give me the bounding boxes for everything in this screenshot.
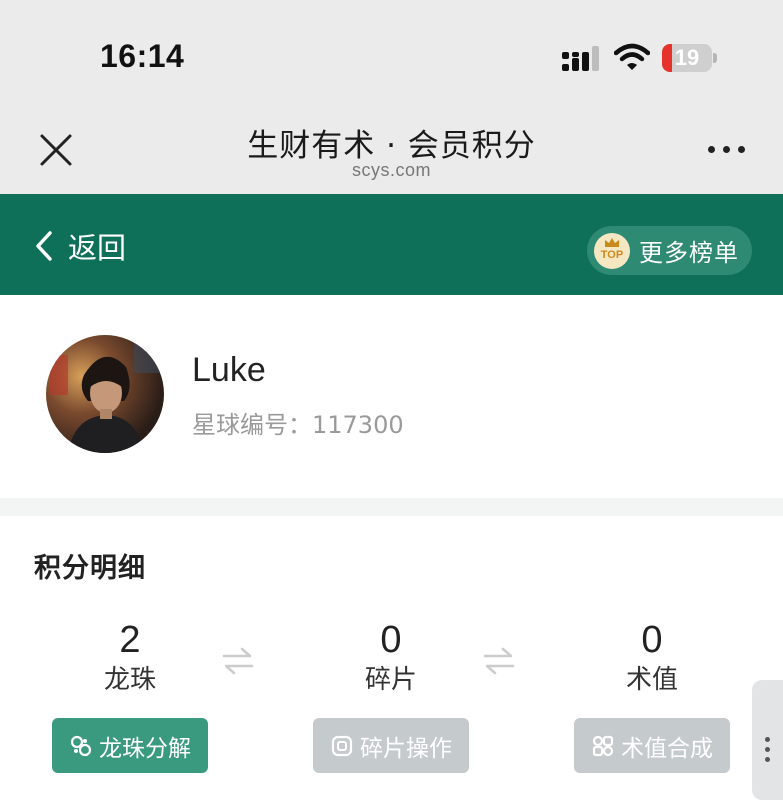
mini-program-title-bar: 生财有术 · 会员积分 scys.com <box>0 100 783 194</box>
back-button[interactable]: 返回 <box>34 226 126 266</box>
app-header: 返回 TOP 更多榜单 <box>0 194 783 295</box>
stat-label: 术值 <box>625 665 678 695</box>
exchange-arrows-icon <box>222 647 254 675</box>
action-label: 碎片操作 <box>360 735 452 762</box>
page-title: 生财有术 · 会员积分 <box>247 128 536 164</box>
fragment-operation-button[interactable]: 碎片操作 <box>313 718 469 773</box>
member-id: 星球编号：117300 <box>192 405 404 440</box>
action-label: 龙珠分解 <box>99 735 191 762</box>
wifi-icon <box>614 43 650 70</box>
points-card: 积分明细 2 龙珠 0 碎片 0 术值 龙珠分解 碎片操作 术值合成 <box>0 516 783 800</box>
stat-label: 碎片 <box>364 665 417 695</box>
stat-fragments: 0 碎片 <box>311 620 471 700</box>
more-rankings-label: 更多榜单 <box>639 239 739 267</box>
stat-dragon-pearl: 2 龙珠 <box>50 620 210 700</box>
more-options-icon[interactable] <box>706 144 748 156</box>
fragment-icon <box>331 735 353 756</box>
points-section-title: 积分明细 <box>34 553 146 584</box>
battery-icon: 19 <box>662 44 717 72</box>
stat-value: 2 <box>119 619 141 661</box>
top-crown-icon: TOP <box>594 232 630 269</box>
status-time: 16:14 <box>100 38 185 74</box>
action-label: 术值合成 <box>621 735 713 762</box>
floating-side-handle[interactable] <box>752 680 783 800</box>
stat-value: 0 <box>380 619 402 661</box>
stat-value: 0 <box>641 619 663 661</box>
split-icon <box>70 735 92 756</box>
cellular-signal-icon <box>562 46 599 71</box>
user-name: Luke <box>192 351 266 389</box>
member-id-value: 117300 <box>312 411 404 439</box>
decompose-pearl-button[interactable]: 龙珠分解 <box>52 718 208 773</box>
combine-skill-button[interactable]: 术值合成 <box>574 718 730 773</box>
exchange-arrows-icon <box>483 647 515 675</box>
stat-label: 龙珠 <box>103 665 156 695</box>
page-domain: scys.com <box>351 160 431 180</box>
avatar <box>46 335 164 453</box>
status-bar: 16:14 19 <box>0 0 783 100</box>
battery-level: 19 <box>674 45 700 70</box>
back-label: 返回 <box>68 231 127 265</box>
chevron-left-icon <box>36 231 52 261</box>
more-rankings-button[interactable]: TOP 更多榜单 <box>587 226 752 275</box>
combine-icon <box>592 735 614 756</box>
top-badge-text: TOP <box>600 248 624 261</box>
stat-skill-value: 0 术值 <box>572 620 732 700</box>
profile-card: Luke 星球编号：117300 <box>0 295 783 498</box>
member-id-label: 星球编号： <box>192 411 312 439</box>
